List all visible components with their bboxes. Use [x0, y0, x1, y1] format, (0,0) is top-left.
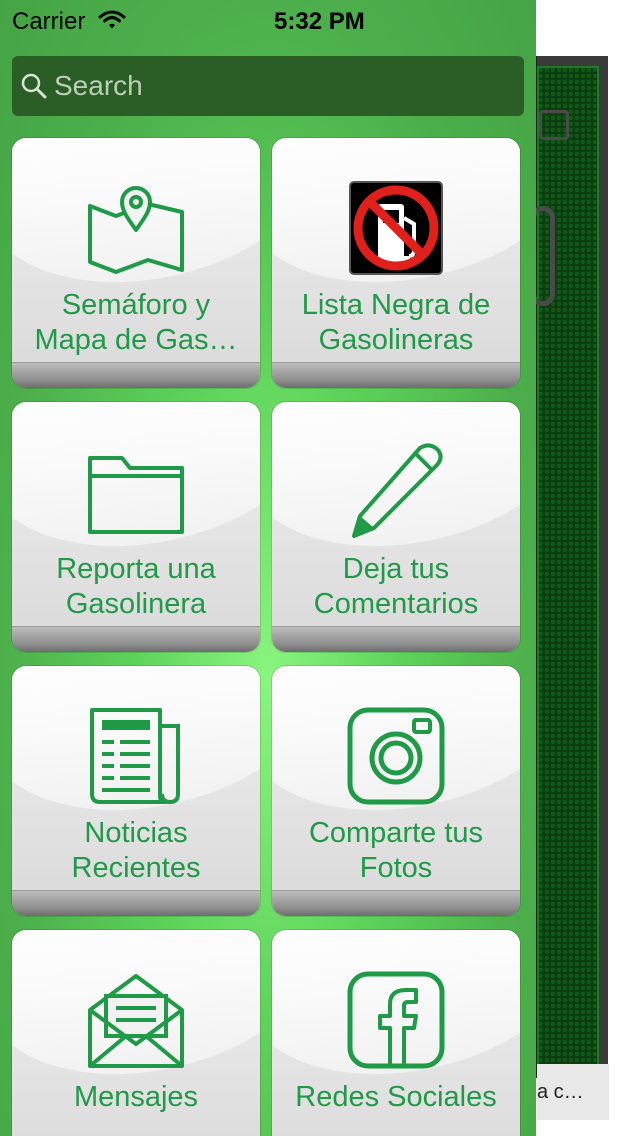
menu-item-label: Mensajes: [73, 1081, 199, 1113]
camera-icon: [347, 707, 445, 805]
menu-item-label: Lista Negra de Gasolineras: [301, 289, 491, 356]
menu-item-label: Semáforo y Mapa de Gas…: [34, 289, 238, 356]
background-app-panel: a c…: [531, 56, 609, 1120]
facebook-icon: [347, 971, 445, 1069]
search-input[interactable]: [54, 56, 524, 116]
menu-item-deja-comentarios[interactable]: Deja tus Comentarios: [272, 402, 520, 652]
menu-item-label: Noticias Recientes: [71, 817, 201, 884]
menu-item-redes-sociales[interactable]: Redes Sociales: [272, 930, 520, 1136]
background-tray-icon: [539, 110, 569, 140]
menu-item-label: Deja tus Comentarios: [313, 553, 479, 620]
envelope-icon: [88, 974, 184, 1068]
newspaper-icon: [90, 708, 180, 805]
menu-item-lista-negra[interactable]: Lista Negra de Gasolineras: [272, 138, 520, 388]
carrier-label: Carrier: [12, 8, 86, 35]
status-bar: Carrier 5:32 PM: [0, 0, 536, 40]
background-caption: a c…: [537, 1064, 609, 1120]
side-menu: Carrier 5:32 PM Semáforo y Mapa de Gas…: [0, 0, 536, 1136]
status-time: 5:32 PM: [274, 8, 365, 35]
menu-item-mensajes[interactable]: Mensajes: [12, 930, 260, 1136]
no-fuel-icon: [349, 181, 443, 275]
folder-icon: [88, 456, 184, 534]
menu-item-noticias[interactable]: Noticias Recientes: [12, 666, 260, 916]
pencil-icon: [352, 443, 443, 538]
wifi-icon: [98, 10, 126, 29]
menu-item-label: Reporta una Gasolinera: [56, 553, 216, 620]
menu-item-label: Comparte tus Fotos: [308, 817, 484, 884]
menu-item-label: Redes Sociales: [295, 1081, 497, 1113]
menu-item-reporta-gasolinera[interactable]: Reporta una Gasolinera: [12, 402, 260, 652]
menu-item-comparte-fotos[interactable]: Comparte tus Fotos: [272, 666, 520, 916]
menu-item-semaforo-mapa[interactable]: Semáforo y Mapa de Gas…: [12, 138, 260, 388]
map-pin-icon: [88, 186, 184, 274]
search-bar[interactable]: [12, 56, 524, 116]
search-icon: [21, 73, 47, 99]
